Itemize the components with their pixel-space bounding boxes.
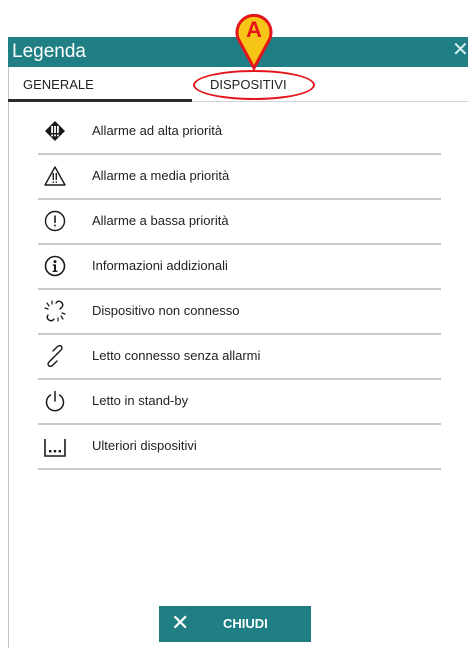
tab-generale[interactable]: GENERALE	[23, 77, 94, 92]
dialog-title: Legenda	[12, 41, 86, 62]
legend-list: Allarme ad alta priorità Allarme a media…	[38, 110, 441, 470]
medium-priority-alarm-icon	[44, 166, 66, 186]
legend-item-medium-priority: Allarme a media priorità	[38, 155, 441, 200]
legend-item-low-priority: Allarme a bassa priorità	[38, 200, 441, 245]
close-icon: ✕	[171, 610, 190, 635]
callout-letter: A	[246, 17, 262, 42]
standby-icon	[45, 390, 65, 412]
legend-item-label: Allarme a bassa priorità	[92, 213, 229, 228]
close-button[interactable]: ✕ CHIUDI	[159, 606, 311, 642]
legend-item-label: Allarme a media priorità	[92, 168, 230, 183]
legend-item-info: Informazioni addizionali	[38, 245, 441, 290]
legend-item-label: Informazioni addizionali	[92, 258, 228, 273]
bed-connected-icon	[47, 345, 63, 367]
low-priority-alarm-icon	[44, 210, 66, 232]
legend-item-label: Letto in stand-by	[92, 393, 189, 408]
more-devices-icon	[44, 439, 66, 457]
legend-item-label: Letto connesso senza allarmi	[92, 348, 261, 363]
legend-item-bed-connected: Letto connesso senza allarmi	[38, 335, 441, 380]
callout-highlight-ellipse	[193, 70, 315, 100]
legend-item-more-devices: Ulteriori dispositivi	[38, 425, 441, 470]
legend-item-device-disconnected: Dispositivo non connesso	[38, 290, 441, 335]
info-icon	[44, 255, 66, 277]
close-icon[interactable]: ✕	[452, 40, 468, 60]
legend-item-label: Allarme ad alta priorità	[92, 123, 223, 138]
legend-item-label: Dispositivo non connesso	[92, 303, 240, 318]
legend-item-standby: Letto in stand-by	[38, 380, 441, 425]
legend-item-high-priority: Allarme ad alta priorità	[38, 110, 441, 155]
close-button-label: CHIUDI	[223, 616, 268, 631]
active-tab-indicator	[8, 99, 192, 102]
high-priority-alarm-icon	[45, 121, 65, 141]
legend-item-label: Ulteriori dispositivi	[92, 438, 197, 453]
device-disconnected-icon	[44, 300, 66, 322]
